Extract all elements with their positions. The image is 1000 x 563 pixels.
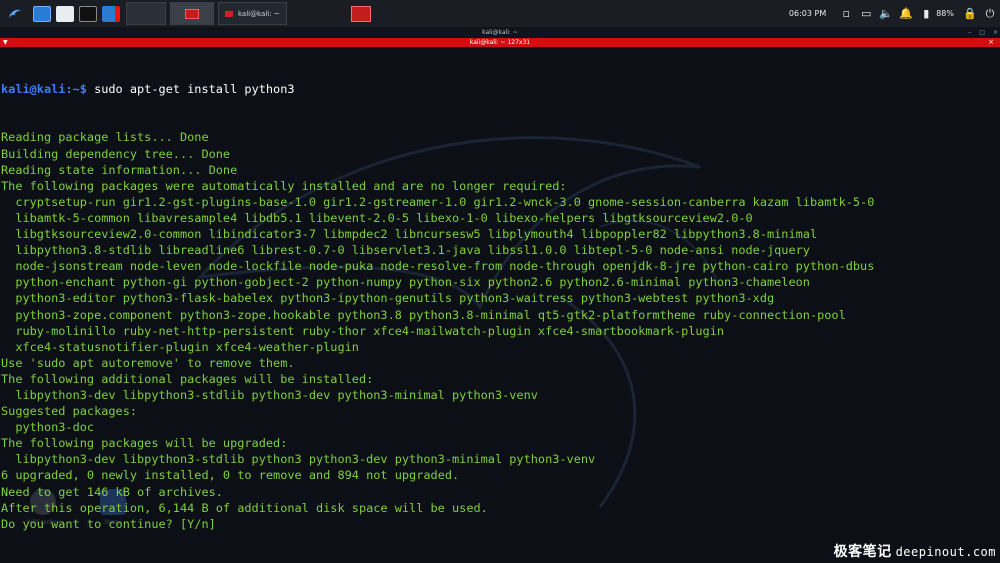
terminal-line: Reading package lists... Done <box>1 130 209 145</box>
top-panel: kali@kali: ~ 06:03 PM ▫ ▭ 🔈 🔔 ▮ 88% 🔒 ⏻ <box>0 0 1000 27</box>
terminal-line: cryptsetup-run gir1.2-gst-plugins-base-1… <box>1 194 875 209</box>
battery-icon[interactable]: ▮ <box>916 0 936 27</box>
clock[interactable]: 06:03 PM <box>789 9 826 18</box>
terminal-line: Do you want to continue? [Y/n] <box>1 516 216 531</box>
lock-icon[interactable]: 🔒 <box>960 0 980 27</box>
terminal-line: Need to get 146 kB of archives. <box>1 484 223 499</box>
terminal-line: python3-zope.component python3-zope.hook… <box>1 307 846 322</box>
tab-label: kali@kali: ~ 127x31 <box>469 39 531 46</box>
folder-icon[interactable] <box>53 0 76 27</box>
screen-icon[interactable]: ▭ <box>856 0 876 27</box>
terminal-line: Reading state information... Done <box>1 162 238 177</box>
watermark: 极客笔记 deepinout.com <box>834 541 996 561</box>
taskbar-terminal-label: kali@kali: ~ <box>238 9 280 18</box>
watermark-cn: 极客笔记 <box>833 544 892 560</box>
kali-menu-icon[interactable] <box>0 0 30 27</box>
taskbar-window-thumb[interactable] <box>350 5 371 22</box>
terminal-line: libgtksourceview2.0-common libindicator3… <box>1 227 818 242</box>
terminal-line: libpython3-dev libpython3-stdlib python3… <box>1 387 538 402</box>
terminal-output: kali@kali:~$ sudo apt-get install python… <box>1 49 999 532</box>
terminal-line: 6 upgraded, 0 newly installed, 0 to remo… <box>1 468 460 483</box>
workspace-toggle-icon[interactable]: ▫ <box>836 0 856 27</box>
minimize-icon[interactable]: – <box>968 27 971 38</box>
terminal-line: Building dependency tree... Done <box>1 146 231 161</box>
terminal-line: libpython3.8-stdlib libreadline6 librest… <box>1 243 810 258</box>
screen-recorder-icon[interactable] <box>99 0 122 27</box>
window-preview-icon <box>185 8 199 19</box>
terminal-line: libpython3-dev libpython3-stdlib python3… <box>1 452 596 467</box>
terminal-line: python3-editor python3-flask-babelex pyt… <box>1 291 775 306</box>
terminal-line: python3-doc <box>1 420 95 435</box>
terminal-small-icon <box>225 10 233 17</box>
terminal-line: The following packages will be upgraded: <box>1 436 288 451</box>
terminal-line: node-jsonstream node-leven node-lockfile… <box>1 259 875 274</box>
terminal-line: Suggested packages: <box>1 404 138 419</box>
window-title: kali@kali: ~ <box>482 29 518 36</box>
terminal-body[interactable]: WPCracker Blazy kali@kali:~$ sudo apt-ge… <box>0 47 1000 563</box>
prompt: kali@kali:~$ <box>1 82 95 97</box>
terminal-line: xfce4-statusnotifier-plugin xfce4-weathe… <box>1 339 359 354</box>
kali-dragon-icon <box>8 9 22 18</box>
tab-close-icon[interactable]: × <box>988 38 994 47</box>
power-icon[interactable]: ⏻ <box>980 0 1000 27</box>
close-icon[interactable]: × <box>993 27 998 38</box>
tab-menu-icon[interactable]: ▼ <box>3 38 8 47</box>
terminal-line: The following additional packages will b… <box>1 371 374 386</box>
command: sudo apt-get install python3 <box>94 82 295 97</box>
notification-bell-icon[interactable]: 🔔 <box>896 0 916 27</box>
terminal-line: The following packages were automaticall… <box>1 178 567 193</box>
battery-percent: 88% <box>936 9 954 18</box>
workspace-2[interactable] <box>170 2 214 25</box>
terminal-line: Use 'sudo apt autoremove' to remove them… <box>1 355 295 370</box>
terminal-icon[interactable] <box>76 0 99 27</box>
workspace-1[interactable] <box>126 2 166 25</box>
terminal-line: libamtk-5-common libavresample4 libdb5.1… <box>1 210 753 225</box>
terminal-window-titlebar[interactable]: kali@kali: ~ – □ × <box>0 27 1000 38</box>
terminal-line: ruby-molinillo ruby-net-http-persistent … <box>1 323 725 338</box>
terminal-tab-bar[interactable]: ▼ kali@kali: ~ 127x31 × <box>0 38 1000 47</box>
taskbar-terminal-button[interactable]: kali@kali: ~ <box>218 2 287 25</box>
prompt-line: kali@kali:~$ sudo apt-get install python… <box>1 81 999 97</box>
files-icon[interactable] <box>30 0 53 27</box>
terminal-line: After this operation, 6,144 B of additio… <box>1 500 488 515</box>
volume-icon[interactable]: 🔈 <box>876 0 896 27</box>
panel-tray: 06:03 PM ▫ ▭ 🔈 🔔 ▮ 88% 🔒 ⏻ <box>789 0 1000 27</box>
window-controls: – □ × <box>968 27 998 38</box>
terminal-line: python-enchant python-gi python-gobject-… <box>1 275 810 290</box>
watermark-site: deepinout.com <box>895 545 996 559</box>
maximize-icon[interactable]: □ <box>979 27 985 38</box>
